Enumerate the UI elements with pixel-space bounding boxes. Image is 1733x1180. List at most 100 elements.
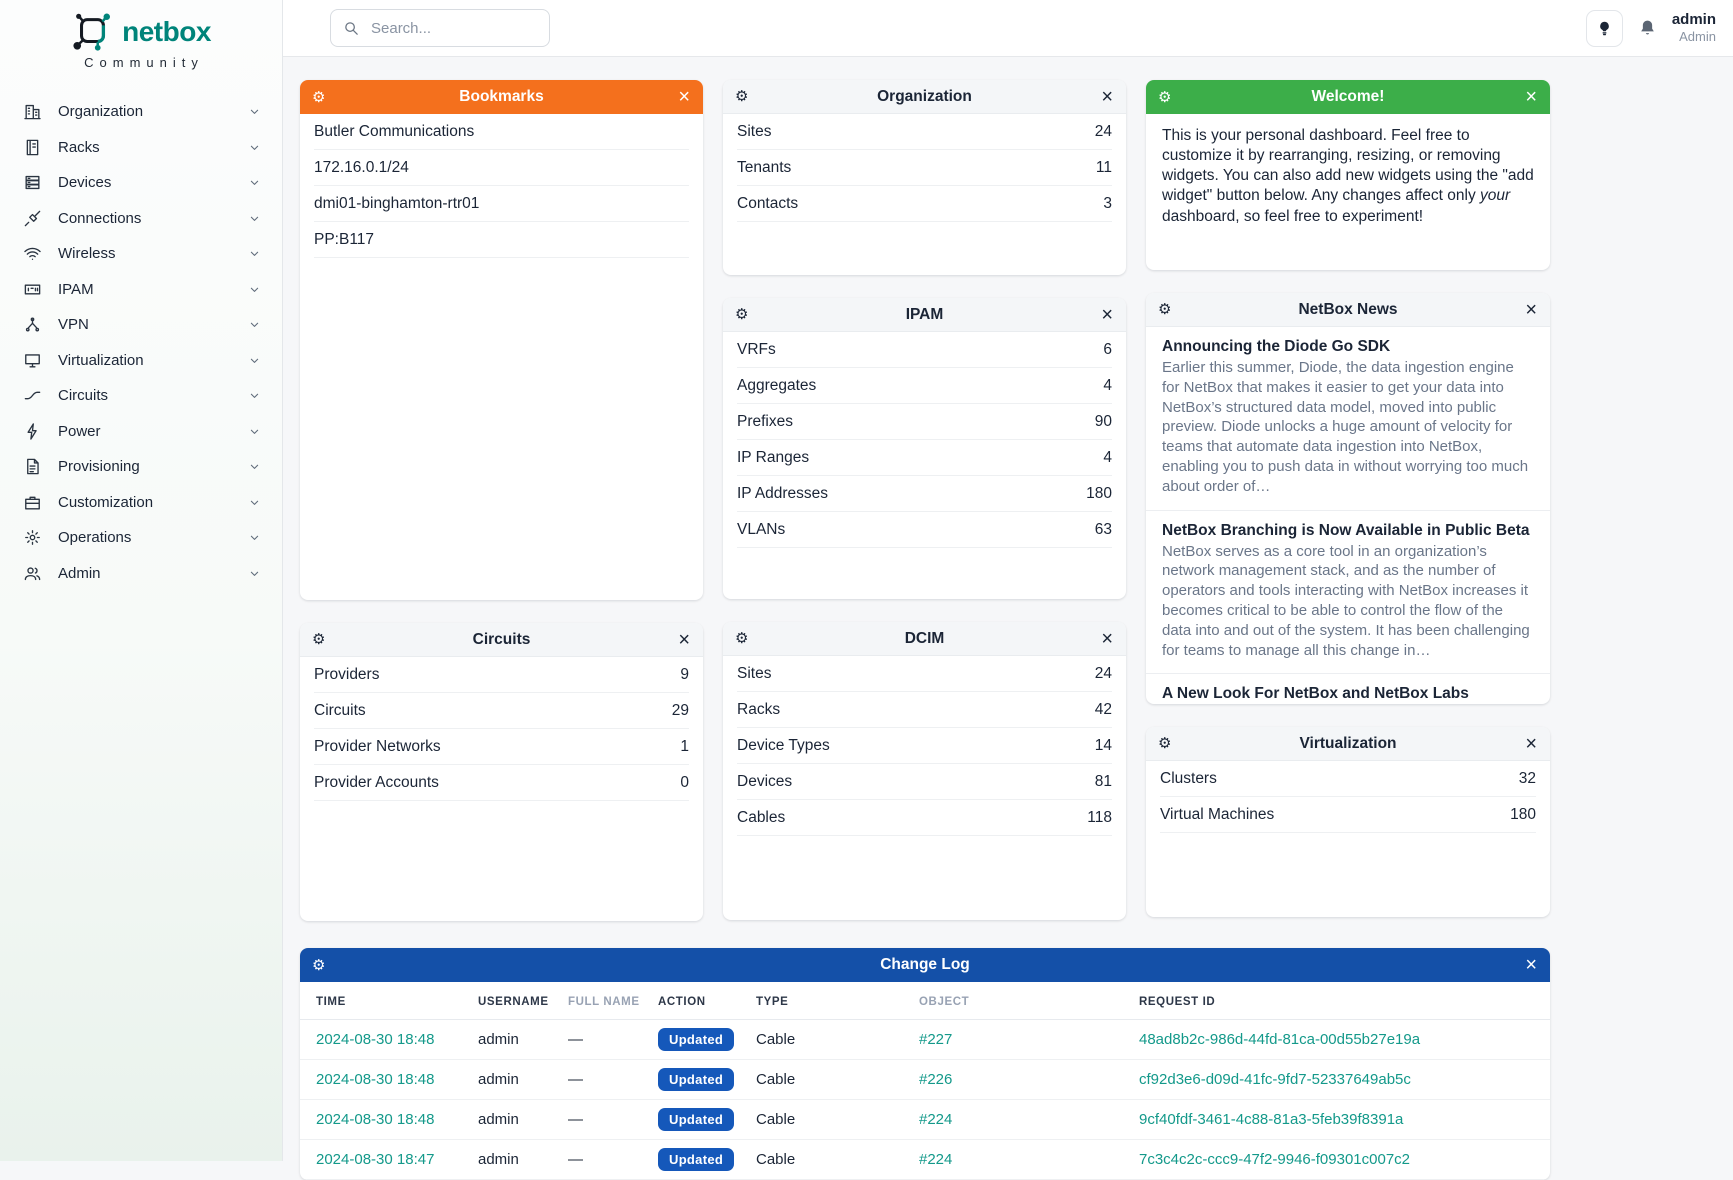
stat-row[interactable]: Providers 9 [314, 657, 689, 693]
stat-row[interactable]: Virtual Machines 180 [1160, 797, 1536, 833]
sidebar-item-power[interactable]: Power [0, 414, 282, 450]
chevron-down-icon [247, 211, 262, 226]
bookmark-item[interactable]: 172.16.0.1/24 [314, 150, 689, 186]
change-request-id-link[interactable]: 7c3c4c2c-ccc9-47f2-9946-f09301c007c2 [1139, 1151, 1410, 1168]
stat-row[interactable]: Clusters 32 [1160, 761, 1536, 797]
stat-row[interactable]: IP Ranges 4 [737, 440, 1112, 476]
gear-icon[interactable]: ⚙ [735, 89, 748, 104]
close-icon[interactable]: × [678, 87, 690, 107]
news-article-title: NetBox Branching is Now Available in Pub… [1162, 522, 1534, 540]
bookmark-item[interactable]: dmi01-binghamton-rtr01 [314, 186, 689, 222]
stat-row[interactable]: Provider Networks 1 [314, 729, 689, 765]
stat-label: Cables [737, 809, 785, 827]
change-username: admin [470, 1060, 560, 1100]
change-request-id-link[interactable]: 9cf40fdf-3461-4c88-81a3-5feb39f8391a [1139, 1111, 1403, 1128]
stat-value: 0 [680, 774, 689, 792]
change-full-name: — [560, 1020, 650, 1060]
sidebar-item-admin[interactable]: Admin [0, 556, 282, 592]
gear-icon[interactable]: ⚙ [735, 307, 748, 322]
change-object-link[interactable]: #224 [919, 1111, 952, 1128]
sidebar-item-vpn[interactable]: VPN [0, 307, 282, 343]
stat-row[interactable]: Aggregates 4 [737, 368, 1112, 404]
stat-value: 29 [672, 702, 689, 720]
stat-value: 11 [1096, 159, 1112, 177]
stat-label: Virtual Machines [1160, 806, 1274, 824]
stat-row[interactable]: Devices 81 [737, 764, 1112, 800]
sidebar-item-label: Circuits [58, 387, 247, 404]
search-input[interactable] [369, 19, 537, 38]
change-object-link[interactable]: #227 [919, 1031, 952, 1048]
welcome-widget-header: ⚙ Welcome! × [1146, 80, 1550, 114]
gear-icon[interactable]: ⚙ [1158, 736, 1171, 751]
bookmark-item[interactable]: Butler Communications [314, 114, 689, 150]
close-icon[interactable]: × [1101, 629, 1113, 649]
stat-row[interactable]: Provider Accounts 0 [314, 765, 689, 801]
close-icon[interactable]: × [1525, 955, 1537, 975]
stat-row[interactable]: Circuits 29 [314, 693, 689, 729]
sidebar-item-organization[interactable]: Organization [0, 94, 282, 130]
news-article[interactable]: Announcing the Diode Go SDK Earlier this… [1146, 327, 1550, 511]
change-object-link[interactable]: #224 [919, 1151, 952, 1168]
change-object-link[interactable]: #226 [919, 1071, 952, 1088]
sidebar-item-provisioning[interactable]: Provisioning [0, 449, 282, 485]
sidebar-item-label: Operations [58, 529, 247, 546]
news-article[interactable]: A New Look For NetBox and NetBox Labs [1146, 674, 1550, 704]
sidebar-item-wireless[interactable]: Wireless [0, 236, 282, 272]
change-time-link[interactable]: 2024-08-30 18:47 [316, 1151, 434, 1168]
stat-row[interactable]: Prefixes 90 [737, 404, 1112, 440]
stat-label: Clusters [1160, 770, 1217, 788]
organization-widget-header: ⚙ Organization × [723, 80, 1126, 114]
close-icon[interactable]: × [678, 630, 690, 650]
user-menu[interactable]: admin Admin [1672, 11, 1716, 45]
close-icon[interactable]: × [1101, 87, 1113, 107]
sidebar-item-devices[interactable]: Devices [0, 165, 282, 201]
action-badge: Updated [658, 1068, 734, 1091]
column-header-time: TIME [300, 982, 470, 1020]
stat-row[interactable]: Cables 118 [737, 800, 1112, 836]
stat-row[interactable]: Contacts 3 [737, 186, 1112, 222]
sidebar-item-circuits[interactable]: Circuits [0, 378, 282, 414]
stat-row[interactable]: VRFs 6 [737, 332, 1112, 368]
gear-icon[interactable]: ⚙ [1158, 90, 1171, 105]
change-log-table: TIME USERNAME FULL NAME ACTION TYPE OBJE… [300, 982, 1550, 1180]
change-request-id-link[interactable]: 48ad8b2c-986d-44fd-81ca-00d55b27e19a [1139, 1031, 1420, 1048]
theme-toggle-button[interactable] [1586, 10, 1623, 47]
gear-icon[interactable]: ⚙ [312, 632, 325, 647]
sidebar-item-virtualization[interactable]: Virtualization [0, 343, 282, 379]
close-icon[interactable]: × [1101, 305, 1113, 325]
change-time-link[interactable]: 2024-08-30 18:48 [316, 1111, 434, 1128]
close-icon[interactable]: × [1525, 734, 1537, 754]
sidebar-item-connections[interactable]: Connections [0, 201, 282, 237]
news-article[interactable]: NetBox Branching is Now Available in Pub… [1146, 511, 1550, 675]
stat-value: 63 [1095, 521, 1112, 539]
news-article-title: A New Look For NetBox and NetBox Labs [1162, 685, 1534, 703]
sidebar-item-customization[interactable]: Customization [0, 485, 282, 521]
close-icon[interactable]: × [1525, 87, 1537, 107]
stat-row[interactable]: Tenants 11 [737, 150, 1112, 186]
bookmark-item[interactable]: PP:B117 [314, 222, 689, 258]
close-icon[interactable]: × [1525, 300, 1537, 320]
gear-icon[interactable]: ⚙ [312, 90, 325, 105]
stat-row[interactable]: Sites 24 [737, 656, 1112, 692]
brand-name[interactable]: netbox [122, 16, 211, 48]
stat-row[interactable]: Racks 42 [737, 692, 1112, 728]
search-box[interactable] [330, 9, 550, 47]
sidebar-item-ipam[interactable]: IPAM [0, 272, 282, 308]
sidebar-item-operations[interactable]: Operations [0, 520, 282, 556]
change-time-link[interactable]: 2024-08-30 18:48 [316, 1071, 434, 1088]
stat-row[interactable]: IP Addresses 180 [737, 476, 1112, 512]
stat-row[interactable]: VLANs 63 [737, 512, 1112, 548]
stat-row[interactable]: Device Types 14 [737, 728, 1112, 764]
sidebar-item-racks[interactable]: Racks [0, 130, 282, 166]
change-request-id-link[interactable]: cf92d3e6-d09d-41fc-9fd7-52337649ab5c [1139, 1071, 1411, 1088]
gear-icon[interactable]: ⚙ [312, 958, 325, 973]
gear-icon[interactable]: ⚙ [735, 631, 748, 646]
gear-icon[interactable]: ⚙ [1158, 302, 1171, 317]
sidebar-item-label: Racks [58, 139, 247, 156]
notification-bell-icon[interactable] [1637, 18, 1658, 39]
stat-label: Sites [737, 123, 771, 141]
column-header-username: USERNAME [470, 982, 560, 1020]
stat-row[interactable]: Sites 24 [737, 114, 1112, 150]
chevron-down-icon [247, 140, 262, 155]
change-time-link[interactable]: 2024-08-30 18:48 [316, 1031, 434, 1048]
